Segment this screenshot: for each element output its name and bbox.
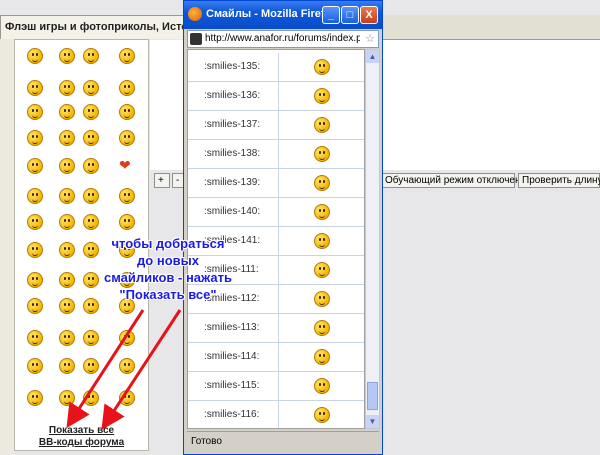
annotation-line-4: "Показать все" [119, 287, 217, 302]
annotation-text: чтобы добраться до новых смайликов - наж… [88, 235, 248, 303]
annotation-arrows [66, 309, 182, 431]
annotation-line-3: смайликов - нажать [103, 270, 232, 285]
annotation-line-1: чтобы добраться [111, 236, 225, 251]
arrow-left [66, 309, 145, 429]
annotation-line-2: до новых [137, 253, 199, 268]
arrow-right [101, 309, 182, 431]
